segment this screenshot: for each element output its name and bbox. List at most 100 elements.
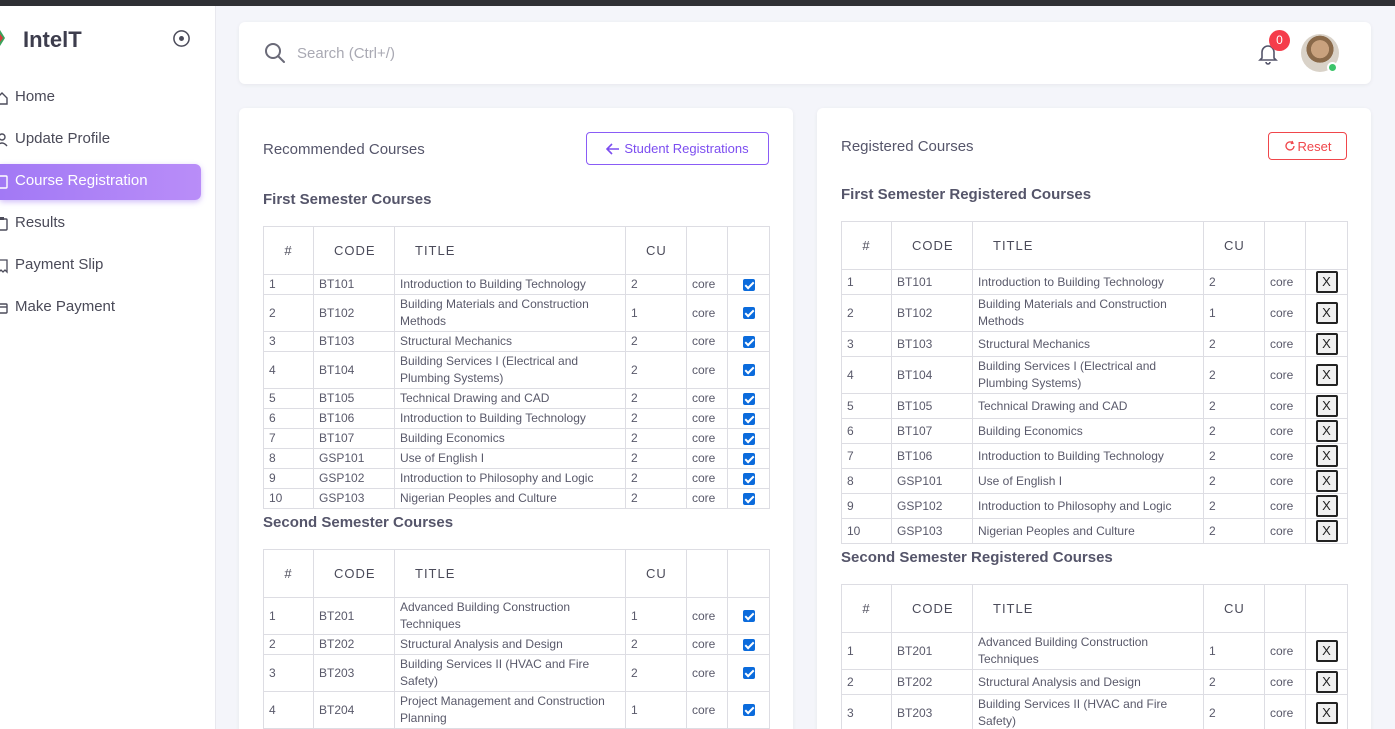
student-registrations-button[interactable]: Student Registrations xyxy=(586,132,769,165)
course-title: Project Management and Construction Plan… xyxy=(394,691,626,729)
remove-course-button[interactable]: X xyxy=(1315,470,1338,492)
credit-units: 2 xyxy=(1203,468,1265,494)
col-header-type xyxy=(686,226,728,275)
course-type: core xyxy=(686,634,728,655)
col-header-number: # xyxy=(841,221,892,270)
course-type: core xyxy=(1264,493,1306,519)
row-number: 1 xyxy=(841,632,892,670)
course-checkbox[interactable] xyxy=(742,364,755,377)
course-checkbox[interactable] xyxy=(742,610,755,623)
first-semester-table: # CODE TITLE CU 1 BT101 Introduction to Buildi… xyxy=(263,226,770,509)
remove-course-button[interactable]: X xyxy=(1315,302,1338,324)
row-number: 6 xyxy=(841,418,892,444)
course-checkbox[interactable] xyxy=(742,492,755,505)
course-code: BT204 xyxy=(313,691,395,729)
remove-course-button[interactable]: X xyxy=(1315,520,1338,542)
credit-units: 2 xyxy=(1203,669,1265,695)
remove-course-button[interactable]: X xyxy=(1315,395,1338,417)
course-checkbox[interactable] xyxy=(742,392,755,405)
row-number: 7 xyxy=(263,428,314,449)
course-type: core xyxy=(1264,669,1306,695)
course-type: core xyxy=(686,488,728,509)
credit-units: 2 xyxy=(1203,418,1265,444)
course-checkbox[interactable] xyxy=(742,335,755,348)
row-action-cell xyxy=(727,448,770,469)
course-code: BT105 xyxy=(313,388,395,409)
course-checkbox[interactable] xyxy=(742,638,755,651)
course-checkbox[interactable] xyxy=(742,412,755,425)
credit-units: 1 xyxy=(1203,294,1265,332)
sidebar-item-results[interactable]: Results xyxy=(0,206,201,242)
course-checkbox[interactable] xyxy=(742,432,755,445)
remove-course-button[interactable]: X xyxy=(1315,495,1338,517)
row-action-cell: X xyxy=(1305,331,1348,357)
sidebar-item-make-payment[interactable]: Make Payment xyxy=(0,290,201,326)
credit-units: 1 xyxy=(625,597,687,635)
course-type: core xyxy=(686,408,728,429)
course-checkbox[interactable] xyxy=(742,704,755,717)
course-title: Introduction to Building Technology xyxy=(972,443,1204,469)
row-action-cell: X xyxy=(1305,694,1348,729)
table-row: 10 GSP103 Nigerian Peoples and Culture 2 cor… xyxy=(841,518,1348,544)
row-action-cell: X xyxy=(1305,269,1348,295)
col-header-code: CODE xyxy=(891,221,973,270)
course-code: BT201 xyxy=(313,597,395,635)
remove-course-button[interactable]: X xyxy=(1315,640,1338,662)
remove-course-button[interactable]: X xyxy=(1315,702,1338,724)
credit-units: 2 xyxy=(625,331,687,352)
course-checkbox[interactable] xyxy=(742,278,755,291)
course-type: core xyxy=(1264,418,1306,444)
search-input[interactable] xyxy=(297,40,897,66)
row-number: 9 xyxy=(841,493,892,519)
row-action-cell xyxy=(727,388,770,409)
col-header-type xyxy=(686,549,728,598)
sidebar-item-course-registration[interactable]: Course Registration xyxy=(0,164,201,200)
credit-units: 2 xyxy=(625,351,687,389)
book-icon xyxy=(0,175,8,189)
course-code: BT202 xyxy=(891,669,973,695)
table-header-row: # CODE TITLE CU xyxy=(263,226,770,275)
course-checkbox[interactable] xyxy=(742,667,755,680)
brand: IntelT xyxy=(0,26,216,52)
sidebar-toggle-icon[interactable] xyxy=(172,29,191,48)
sidebar-item-home[interactable]: Home xyxy=(0,80,201,116)
remove-course-button[interactable]: X xyxy=(1315,445,1338,467)
course-code: BT104 xyxy=(891,356,973,394)
remove-course-button[interactable]: X xyxy=(1315,364,1338,386)
remove-course-button[interactable]: X xyxy=(1315,333,1338,355)
sidebar-item-payment-slip[interactable]: Payment Slip xyxy=(0,248,201,284)
remove-course-button[interactable]: X xyxy=(1315,271,1338,293)
col-header-title: TITLE xyxy=(972,584,1204,633)
course-checkbox[interactable] xyxy=(742,307,755,320)
col-header-number: # xyxy=(263,549,314,598)
row-number: 3 xyxy=(841,694,892,729)
row-number: 2 xyxy=(841,669,892,695)
credit-units: 1 xyxy=(1203,632,1265,670)
table-row: 5 BT105 Technical Drawing and CAD 2 core X xyxy=(841,393,1348,419)
course-checkbox[interactable] xyxy=(742,472,755,485)
row-action-cell: X xyxy=(1305,518,1348,544)
remove-course-button[interactable]: X xyxy=(1315,671,1338,693)
course-checkbox[interactable] xyxy=(742,452,755,465)
course-title: Structural Mechanics xyxy=(972,331,1204,357)
reset-button[interactable]: Reset xyxy=(1268,132,1347,160)
table-row: 9 GSP102 Introduction to Philosophy and Lo… xyxy=(841,493,1348,519)
col-header-action xyxy=(727,549,770,598)
table-header-row: # CODE TITLE CU xyxy=(841,221,1348,270)
course-type: core xyxy=(1264,269,1306,295)
col-header-cu: CU xyxy=(1203,584,1265,633)
row-number: 10 xyxy=(841,518,892,544)
row-action-cell xyxy=(727,408,770,429)
remove-course-button[interactable]: X xyxy=(1315,420,1338,442)
course-title: Building Services II (HVAC and Fire Safe… xyxy=(394,654,626,692)
course-type: core xyxy=(1264,356,1306,394)
course-title: Building Economics xyxy=(394,428,626,449)
row-number: 1 xyxy=(263,597,314,635)
row-action-cell xyxy=(727,331,770,352)
row-action-cell: X xyxy=(1305,669,1348,695)
table-row: 7 BT106 Introduction to Building Technolog… xyxy=(841,443,1348,469)
row-number: 4 xyxy=(841,356,892,394)
sidebar-item-update-profile[interactable]: Update Profile xyxy=(0,122,201,158)
course-type: core xyxy=(1264,331,1306,357)
course-code: BT107 xyxy=(891,418,973,444)
